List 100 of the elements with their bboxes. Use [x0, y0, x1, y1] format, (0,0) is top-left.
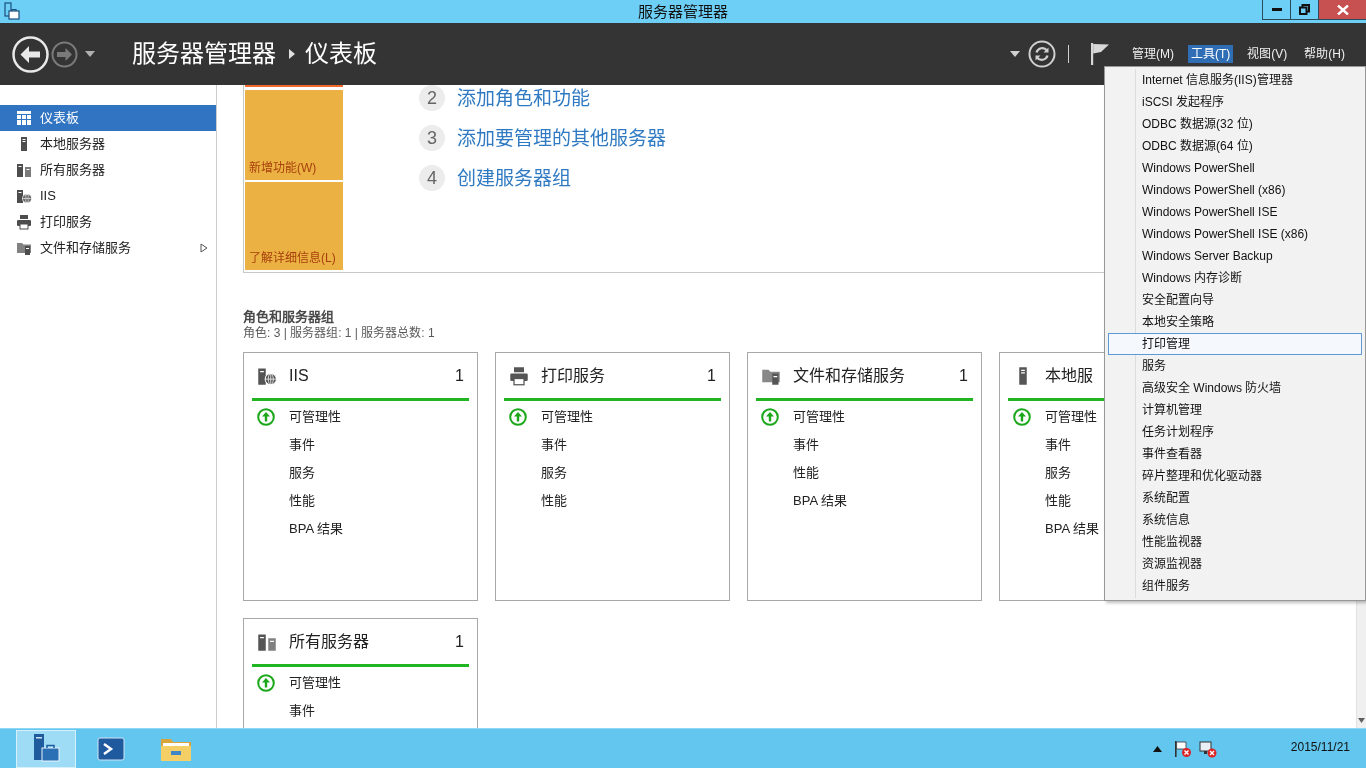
menu-bar-item[interactable]: 管理(M)	[1129, 45, 1177, 63]
printer-icon	[16, 214, 32, 230]
status-link[interactable]: 事件	[761, 435, 819, 455]
status-link[interactable]: 性能	[761, 463, 819, 483]
status-link[interactable]: 服务	[509, 463, 567, 483]
dashboard-grid-icon	[16, 110, 32, 126]
section-summary: 角色: 3 | 服务器组: 1 | 服务器总数: 1	[243, 325, 435, 341]
menu-item[interactable]: Windows PowerShell ISE	[1108, 201, 1362, 223]
menu-item[interactable]: ODBC 数据源(32 位)	[1108, 113, 1362, 135]
status-link[interactable]: 服务	[1013, 463, 1071, 483]
close-button[interactable]	[1319, 0, 1366, 20]
status-link[interactable]: 服务	[257, 463, 315, 483]
sidebar-item[interactable]: 所有服务器	[0, 157, 216, 183]
status-link[interactable]: BPA 结果	[761, 491, 847, 511]
sidebar-item[interactable]: 文件和存储服务	[0, 235, 216, 261]
status-link[interactable]: 事件	[1013, 435, 1071, 455]
status-link[interactable]: BPA 结果	[257, 519, 343, 539]
step-link[interactable]: 添加要管理的其他服务器	[457, 128, 666, 148]
menu-item[interactable]: Windows Server Backup	[1108, 245, 1362, 267]
menu-item[interactable]: Windows 内存诊断	[1108, 267, 1362, 289]
menu-item[interactable]: Windows PowerShell ISE (x86)	[1108, 223, 1362, 245]
status-link[interactable]: 可管理性	[1013, 407, 1097, 427]
menu-item[interactable]: 系统信息	[1108, 509, 1362, 531]
refresh-icon[interactable]	[1028, 40, 1056, 68]
back-icon[interactable]	[12, 35, 49, 73]
menu-item[interactable]: 组件服务	[1108, 575, 1362, 597]
folder-server-icon	[16, 240, 32, 256]
server-globe-icon	[16, 188, 32, 204]
status-link[interactable]: 性能	[1013, 491, 1071, 511]
menu-item[interactable]: Windows PowerShell	[1108, 157, 1362, 179]
menu-item[interactable]: iSCSI 发起程序	[1108, 91, 1362, 113]
caret-icon[interactable]	[85, 51, 95, 57]
menu-item[interactable]: 资源监视器	[1108, 553, 1362, 575]
clock-date[interactable]: 2015/11/21	[1290, 738, 1350, 756]
sidebar-item[interactable]: 仪表板	[0, 105, 216, 131]
restore-icon	[1299, 4, 1310, 15]
server-toolbox-icon[interactable]	[4, 2, 20, 20]
sidebar-item[interactable]: 打印服务	[0, 209, 216, 235]
step-link[interactable]: 创建服务器组	[457, 168, 571, 188]
status-link[interactable]: 事件	[509, 435, 567, 455]
flag-error-icon[interactable]	[1173, 739, 1192, 758]
card-title[interactable]: 文件和存储服务	[793, 363, 905, 388]
status-link[interactable]: 可管理性	[257, 673, 341, 693]
card-title[interactable]: 所有服务器	[289, 629, 369, 654]
status-link[interactable]: 性能	[509, 491, 567, 511]
menu-item[interactable]: ODBC 数据源(64 位)	[1108, 135, 1362, 157]
menu-bar-item[interactable]: 工具(T)	[1188, 45, 1234, 63]
status-link[interactable]: 性能	[257, 491, 315, 511]
server-toolbox-icon	[31, 732, 61, 765]
menu-bar-item[interactable]: 视图(V)	[1244, 45, 1291, 63]
menu-item[interactable]: 性能监视器	[1108, 531, 1362, 553]
step-number: 3	[419, 125, 445, 151]
status-link[interactable]: 可管理性	[257, 407, 341, 427]
caret-icon[interactable]	[1010, 51, 1020, 57]
close-icon	[1336, 4, 1349, 15]
card-title[interactable]: 本地服	[1045, 363, 1093, 388]
step-link[interactable]: 添加角色和功能	[457, 88, 590, 108]
status-link[interactable]: 可管理性	[761, 407, 845, 427]
sidebar-item[interactable]: 本地服务器	[0, 131, 216, 157]
flag-icon[interactable]	[1090, 42, 1110, 66]
step-number: 2	[419, 85, 445, 111]
menu-item[interactable]: 事件查看器	[1108, 443, 1362, 465]
printer-icon	[509, 365, 529, 386]
status-link[interactable]: 可管理性	[509, 407, 593, 427]
menu-item[interactable]: 本地安全策略	[1108, 311, 1362, 333]
menu-item[interactable]: 服务	[1108, 355, 1362, 377]
menu-item[interactable]: 高级安全 Windows 防火墙	[1108, 377, 1362, 399]
menu-item[interactable]: 系统配置	[1108, 487, 1362, 509]
tray-arrow-icon[interactable]	[1152, 745, 1162, 752]
menu-item[interactable]: 计算机管理	[1108, 399, 1362, 421]
card-count: 1	[455, 365, 464, 386]
monitor-error-icon[interactable]	[1198, 739, 1217, 758]
server-towers-icon	[16, 162, 32, 178]
card-count: 1	[455, 631, 464, 652]
status-link[interactable]: 事件	[257, 701, 315, 721]
menu-item[interactable]: Internet 信息服务(IIS)管理器	[1108, 69, 1362, 91]
menu-bar-item[interactable]: 帮助(H)	[1301, 45, 1348, 63]
menu-item[interactable]: Windows PowerShell (x86)	[1108, 179, 1362, 201]
expand-arrow-icon[interactable]	[200, 243, 208, 253]
menu-item[interactable]: 碎片整理和优化驱动器	[1108, 465, 1362, 487]
restore-button[interactable]	[1291, 0, 1319, 20]
scroll-down-icon[interactable]	[1358, 718, 1365, 723]
minimize-button[interactable]	[1262, 0, 1291, 20]
window-title: 服务器管理器	[638, 2, 728, 22]
breadcrumb-current: 仪表板	[305, 42, 377, 66]
card-title[interactable]: IIS	[289, 363, 309, 388]
taskbar-button[interactable]	[16, 729, 76, 768]
card-title[interactable]: 打印服务	[541, 363, 605, 388]
status-link[interactable]: BPA 结果	[1013, 519, 1099, 539]
minimize-icon	[1271, 8, 1282, 11]
card-count: 1	[959, 365, 968, 386]
breadcrumb-link[interactable]: 服务器管理器	[132, 42, 276, 66]
section-title: 角色和服务器组	[243, 308, 334, 325]
sidebar-item[interactable]: IIS	[0, 183, 216, 209]
menu-item[interactable]: 打印管理	[1108, 333, 1362, 355]
menu-item[interactable]: 任务计划程序	[1108, 421, 1362, 443]
chevron-icon	[289, 49, 295, 59]
terminal-icon	[97, 735, 125, 762]
status-link[interactable]: 事件	[257, 435, 315, 455]
menu-item[interactable]: 安全配置向导	[1108, 289, 1362, 311]
